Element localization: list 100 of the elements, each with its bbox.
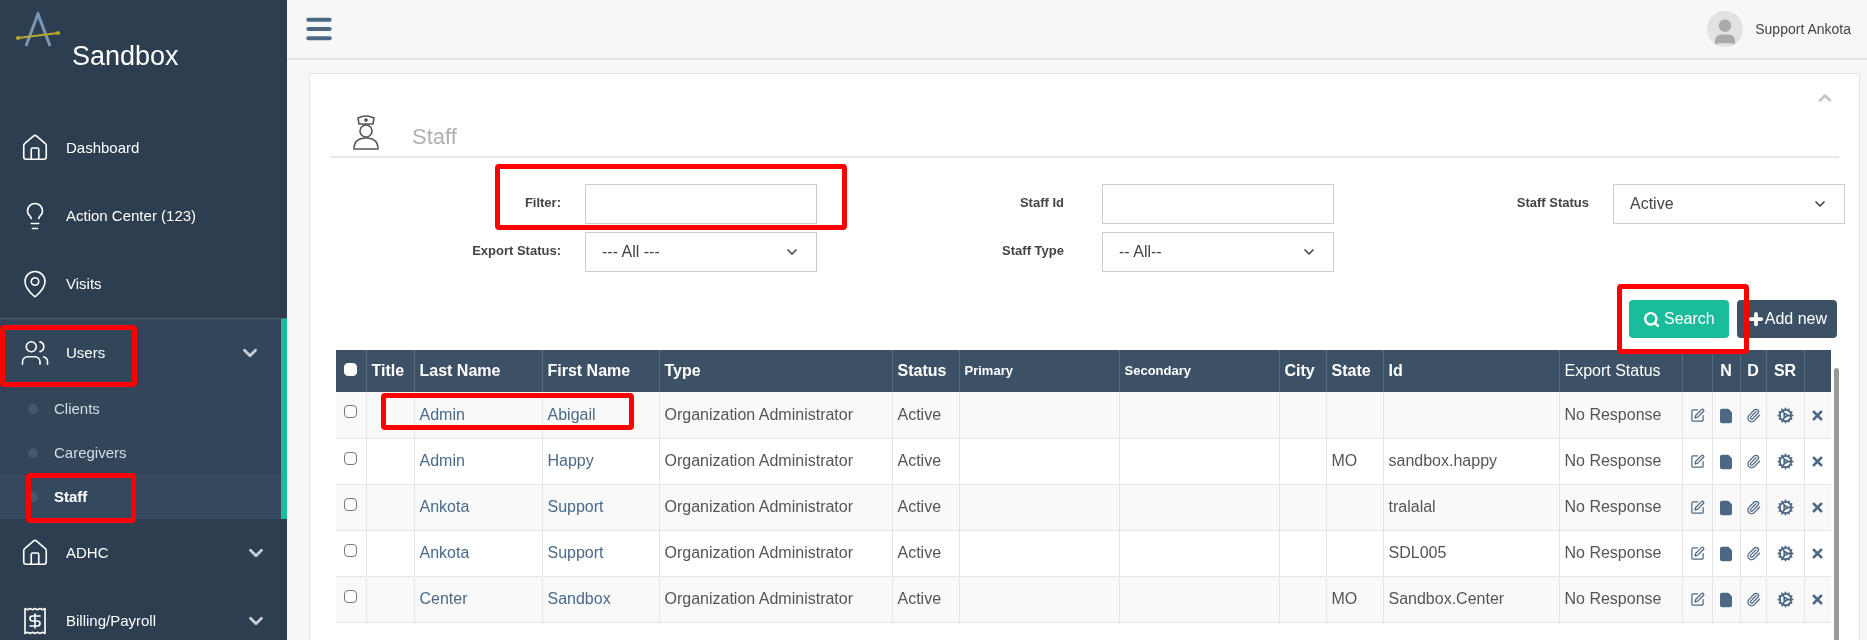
column-header: Secondary — [1124, 363, 1191, 379]
field-label: Staff Type — [1001, 242, 1065, 260]
page-title: Staff — [412, 122, 457, 151]
table-cell: No Response — [1564, 590, 1662, 607]
nav-item[interactable]: Users — [0, 319, 281, 387]
column-header: Primary — [964, 363, 1013, 379]
paperclip-icon[interactable] — [1745, 500, 1761, 516]
column-header: State — [1331, 362, 1371, 379]
settings-icon[interactable] — [1776, 591, 1794, 609]
settings-icon[interactable] — [1776, 545, 1794, 563]
table-cell: sandbox.happy — [1388, 452, 1498, 469]
export-status-select[interactable]: --- All --- — [585, 232, 817, 272]
submenu-item[interactable]: Caregivers — [54, 441, 127, 465]
row-checkbox[interactable] — [344, 451, 358, 465]
table-cell: No Response — [1564, 452, 1662, 469]
delete-icon[interactable] — [1810, 500, 1826, 516]
row-checkbox[interactable] — [344, 589, 358, 603]
logo-icon — [16, 12, 60, 48]
table-cell: Active — [897, 452, 942, 469]
edit-icon[interactable] — [1689, 592, 1705, 608]
table-cell: Active — [897, 498, 942, 515]
submenu-item[interactable]: Staff — [54, 485, 88, 509]
table-cell: Organization Administrator — [664, 405, 854, 423]
column-header: City — [1284, 362, 1315, 379]
add-new-button[interactable]: Add new — [1736, 300, 1837, 338]
avatar-icon — [1707, 11, 1744, 47]
field-label: Filter: — [523, 194, 562, 212]
table-cell: tralalal — [1388, 498, 1436, 515]
column-header: D — [1747, 362, 1759, 379]
name-link[interactable]: Ankota — [419, 544, 470, 561]
table-cell: No Response — [1564, 405, 1662, 423]
table-cell: Organization Administrator — [664, 544, 854, 561]
edit-icon[interactable] — [1689, 546, 1705, 562]
column-header: First Name — [547, 362, 631, 379]
people-icon — [20, 338, 50, 368]
table-cell: SDL005 — [1388, 544, 1447, 561]
document-icon[interactable] — [1718, 591, 1734, 608]
house-icon — [20, 133, 50, 163]
table-cell: MO — [1331, 452, 1358, 469]
name-link[interactable]: Sandbox — [547, 590, 611, 607]
field-label: Export Status: — [471, 242, 562, 260]
plus-icon — [1746, 310, 1765, 328]
column-header: N — [1720, 362, 1732, 379]
submenu-item[interactable]: Clients — [54, 397, 100, 421]
column-header: Last Name — [419, 362, 501, 379]
table-cell: MO — [1331, 590, 1358, 607]
table-cell: Organization Administrator — [664, 452, 854, 469]
name-link[interactable]: Admin — [419, 452, 465, 469]
paperclip-icon[interactable] — [1745, 546, 1761, 562]
column-header: Type — [664, 362, 701, 379]
settings-icon[interactable] — [1776, 407, 1794, 424]
name-link[interactable]: Admin — [419, 405, 465, 423]
paperclip-icon[interactable] — [1745, 592, 1761, 608]
column-header: Id — [1388, 362, 1403, 379]
row-checkbox[interactable] — [344, 405, 358, 418]
document-icon[interactable] — [1718, 407, 1734, 424]
paperclip-icon[interactable] — [1745, 408, 1761, 423]
name-link[interactable]: Center — [419, 590, 468, 607]
document-icon[interactable] — [1718, 545, 1734, 562]
row-checkbox[interactable] — [344, 497, 358, 511]
user-menu[interactable]: Support Ankota — [1755, 18, 1851, 40]
staff-status-select[interactable]: Active — [1613, 184, 1845, 224]
field-label: Staff Status — [1515, 194, 1590, 212]
name-link[interactable]: Ankota — [419, 498, 470, 515]
table-cell: No Response — [1564, 544, 1662, 561]
search-icon — [1643, 310, 1661, 328]
column-header: Status — [897, 362, 947, 379]
table-cell: Organization Administrator — [664, 590, 854, 607]
edit-icon[interactable] — [1689, 408, 1705, 423]
table-cell: Active — [897, 590, 942, 607]
nav-item[interactable]: Visits — [0, 250, 287, 318]
settings-icon[interactable] — [1776, 453, 1794, 471]
name-link[interactable]: Support — [547, 544, 604, 561]
filter-input[interactable] — [585, 184, 817, 224]
document-icon[interactable] — [1718, 453, 1734, 470]
staff-type-select[interactable]: -- All-- — [1102, 232, 1334, 272]
select-all-checkbox[interactable] — [344, 363, 358, 376]
scrollbar[interactable] — [1834, 368, 1839, 640]
field-label: Staff Id — [1018, 194, 1065, 212]
paperclip-icon[interactable] — [1745, 454, 1761, 470]
column-header: Title — [371, 362, 405, 379]
nav-item[interactable]: ADHC — [0, 519, 287, 587]
row-checkbox[interactable] — [344, 543, 358, 557]
table-cell: Active — [897, 405, 942, 423]
house-icon — [20, 538, 50, 568]
name-link[interactable]: Happy — [547, 452, 594, 469]
nav-item[interactable]: Billing/Payroll — [0, 587, 287, 640]
name-link[interactable]: Abigail — [547, 405, 596, 423]
table-cell: Sandbox.Center — [1388, 590, 1505, 607]
document-icon[interactable] — [1718, 499, 1734, 516]
table-cell: No Response — [1564, 498, 1662, 515]
nav-item[interactable]: Dashboard — [0, 114, 287, 182]
name-link[interactable]: Support — [547, 498, 604, 515]
edit-icon[interactable] — [1689, 454, 1705, 470]
settings-icon[interactable] — [1776, 499, 1794, 517]
staff-id-input[interactable] — [1102, 184, 1334, 224]
nurse-icon — [352, 114, 380, 150]
edit-icon[interactable] — [1689, 500, 1705, 516]
nav-item[interactable]: Action Center (123) — [0, 182, 287, 250]
table-cell: Active — [897, 544, 942, 561]
